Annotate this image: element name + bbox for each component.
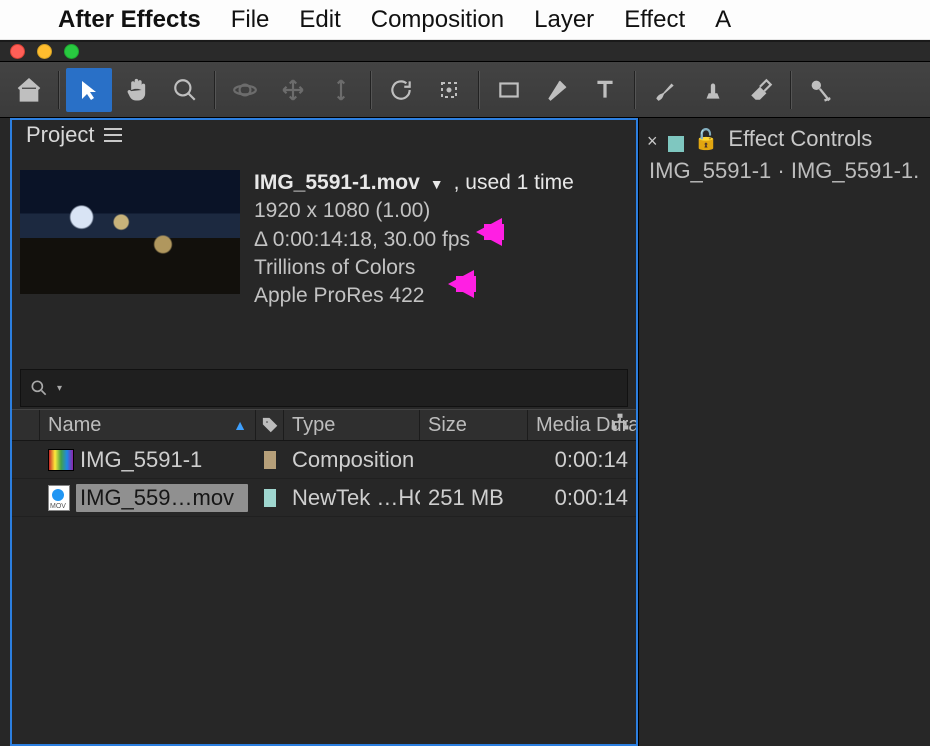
item-name[interactable]: IMG_5591-1 bbox=[80, 447, 248, 473]
composition-icon bbox=[48, 449, 74, 471]
menu-effect[interactable]: Effect bbox=[624, 6, 685, 34]
project-list-header: Name ▲ Type Size Media Durati bbox=[12, 409, 636, 441]
selection-tool[interactable] bbox=[66, 68, 112, 112]
item-type: NewTek …HQ bbox=[284, 485, 420, 511]
brush-tool[interactable] bbox=[642, 68, 688, 112]
asset-dropdown-icon[interactable]: ▼ bbox=[430, 176, 444, 194]
annotation-arrow-icon bbox=[460, 218, 502, 246]
zoom-tool[interactable] bbox=[162, 68, 208, 112]
window-minimize-button[interactable] bbox=[37, 44, 52, 59]
toolbar-separator bbox=[790, 71, 792, 109]
menu-file[interactable]: File bbox=[231, 6, 270, 34]
sort-asc-icon: ▲ bbox=[233, 417, 247, 433]
item-duration: 0:00:14 bbox=[528, 447, 636, 473]
asset-duration-fps: Δ 0:00:14:18, 30.00 fps bbox=[254, 227, 574, 253]
label-swatch[interactable] bbox=[264, 451, 276, 469]
asset-usage: , used 1 time bbox=[454, 170, 574, 196]
item-duration: 0:00:14 bbox=[528, 485, 636, 511]
column-type-label: Type bbox=[292, 414, 335, 437]
asset-dimensions: 1920 x 1080 (1.00) bbox=[254, 198, 574, 224]
hand-tool[interactable] bbox=[114, 68, 160, 112]
toolbar-separator bbox=[58, 71, 60, 109]
anchor-region-tool[interactable] bbox=[426, 68, 472, 112]
column-size-label: Size bbox=[428, 414, 467, 437]
asset-name[interactable]: IMG_5591-1.mov bbox=[254, 170, 420, 196]
asset-thumbnail[interactable] bbox=[20, 170, 240, 294]
annotation-arrow-icon bbox=[432, 270, 474, 298]
eraser-tool[interactable] bbox=[738, 68, 784, 112]
asset-codec: Apple ProRes 422 bbox=[254, 283, 574, 309]
dolly-tool[interactable] bbox=[318, 68, 364, 112]
menu-composition[interactable]: Composition bbox=[371, 6, 504, 34]
project-row[interactable]: IMG_559…mov NewTek …HQ 251 MB 0:00:14 bbox=[12, 479, 636, 517]
macos-menubar: After Effects File Edit Composition Laye… bbox=[0, 0, 930, 40]
effect-controls-panel: × 🔓 Effect Controls IMG_5591-1 · IMG_559… bbox=[638, 118, 930, 746]
rotate-tool[interactable] bbox=[378, 68, 424, 112]
item-size: 251 MB bbox=[420, 485, 528, 511]
type-tool[interactable] bbox=[582, 68, 628, 112]
label-swatch[interactable] bbox=[264, 489, 276, 507]
search-dropdown-icon[interactable]: ▾ bbox=[57, 383, 62, 394]
project-panel: Project IMG_5591-1.mov ▼ , used 1 time 1… bbox=[10, 118, 638, 746]
item-name[interactable]: IMG_559…mov bbox=[76, 484, 248, 512]
effect-controls-path: IMG_5591-1 · IMG_5591-1. bbox=[639, 152, 930, 190]
window-titlebar bbox=[0, 40, 930, 62]
movie-file-icon bbox=[48, 485, 70, 511]
toolbar bbox=[0, 62, 930, 118]
asset-color-depth: Trillions of Colors bbox=[254, 255, 574, 281]
column-name[interactable]: Name ▲ bbox=[40, 410, 256, 440]
menu-layer[interactable]: Layer bbox=[534, 6, 594, 34]
effect-controls-tab[interactable]: Effect Controls bbox=[728, 126, 872, 152]
menu-truncated[interactable]: A bbox=[715, 6, 731, 34]
search-input[interactable] bbox=[70, 378, 619, 399]
orbit-tool[interactable] bbox=[222, 68, 268, 112]
window-close-button[interactable] bbox=[10, 44, 25, 59]
project-list: IMG_5591-1 Composition 0:00:14 IMG_559…m… bbox=[12, 441, 636, 744]
clone-stamp-tool[interactable] bbox=[690, 68, 736, 112]
project-row[interactable]: IMG_5591-1 Composition 0:00:14 bbox=[12, 441, 636, 479]
item-type: Composition bbox=[284, 447, 420, 473]
toolbar-separator bbox=[478, 71, 480, 109]
menu-edit[interactable]: Edit bbox=[299, 6, 340, 34]
panel-color-swatch bbox=[668, 136, 684, 152]
home-tool[interactable] bbox=[6, 68, 52, 112]
project-search[interactable]: ▾ bbox=[20, 369, 628, 407]
toolbar-separator bbox=[370, 71, 372, 109]
row-toggle-column[interactable] bbox=[12, 410, 40, 440]
roto-brush-tool[interactable] bbox=[798, 68, 844, 112]
app-name[interactable]: After Effects bbox=[58, 6, 201, 34]
column-label-color[interactable] bbox=[256, 410, 284, 440]
hierarchy-icon[interactable] bbox=[610, 412, 630, 438]
project-tab-label: Project bbox=[26, 122, 94, 148]
close-panel-icon[interactable]: × bbox=[647, 131, 658, 152]
toolbar-separator bbox=[214, 71, 216, 109]
rectangle-tool[interactable] bbox=[486, 68, 532, 112]
column-type[interactable]: Type bbox=[284, 410, 420, 440]
lock-icon[interactable]: 🔓 bbox=[694, 127, 719, 152]
column-size[interactable]: Size bbox=[420, 410, 528, 440]
column-name-label: Name bbox=[48, 414, 101, 437]
toolbar-separator bbox=[634, 71, 636, 109]
panel-menu-icon[interactable] bbox=[104, 128, 122, 142]
window-zoom-button[interactable] bbox=[64, 44, 79, 59]
pan-camera-tool[interactable] bbox=[270, 68, 316, 112]
project-tab[interactable]: Project bbox=[18, 118, 130, 154]
pen-tool[interactable] bbox=[534, 68, 580, 112]
asset-info: IMG_5591-1.mov ▼ , used 1 time 1920 x 10… bbox=[12, 154, 636, 315]
